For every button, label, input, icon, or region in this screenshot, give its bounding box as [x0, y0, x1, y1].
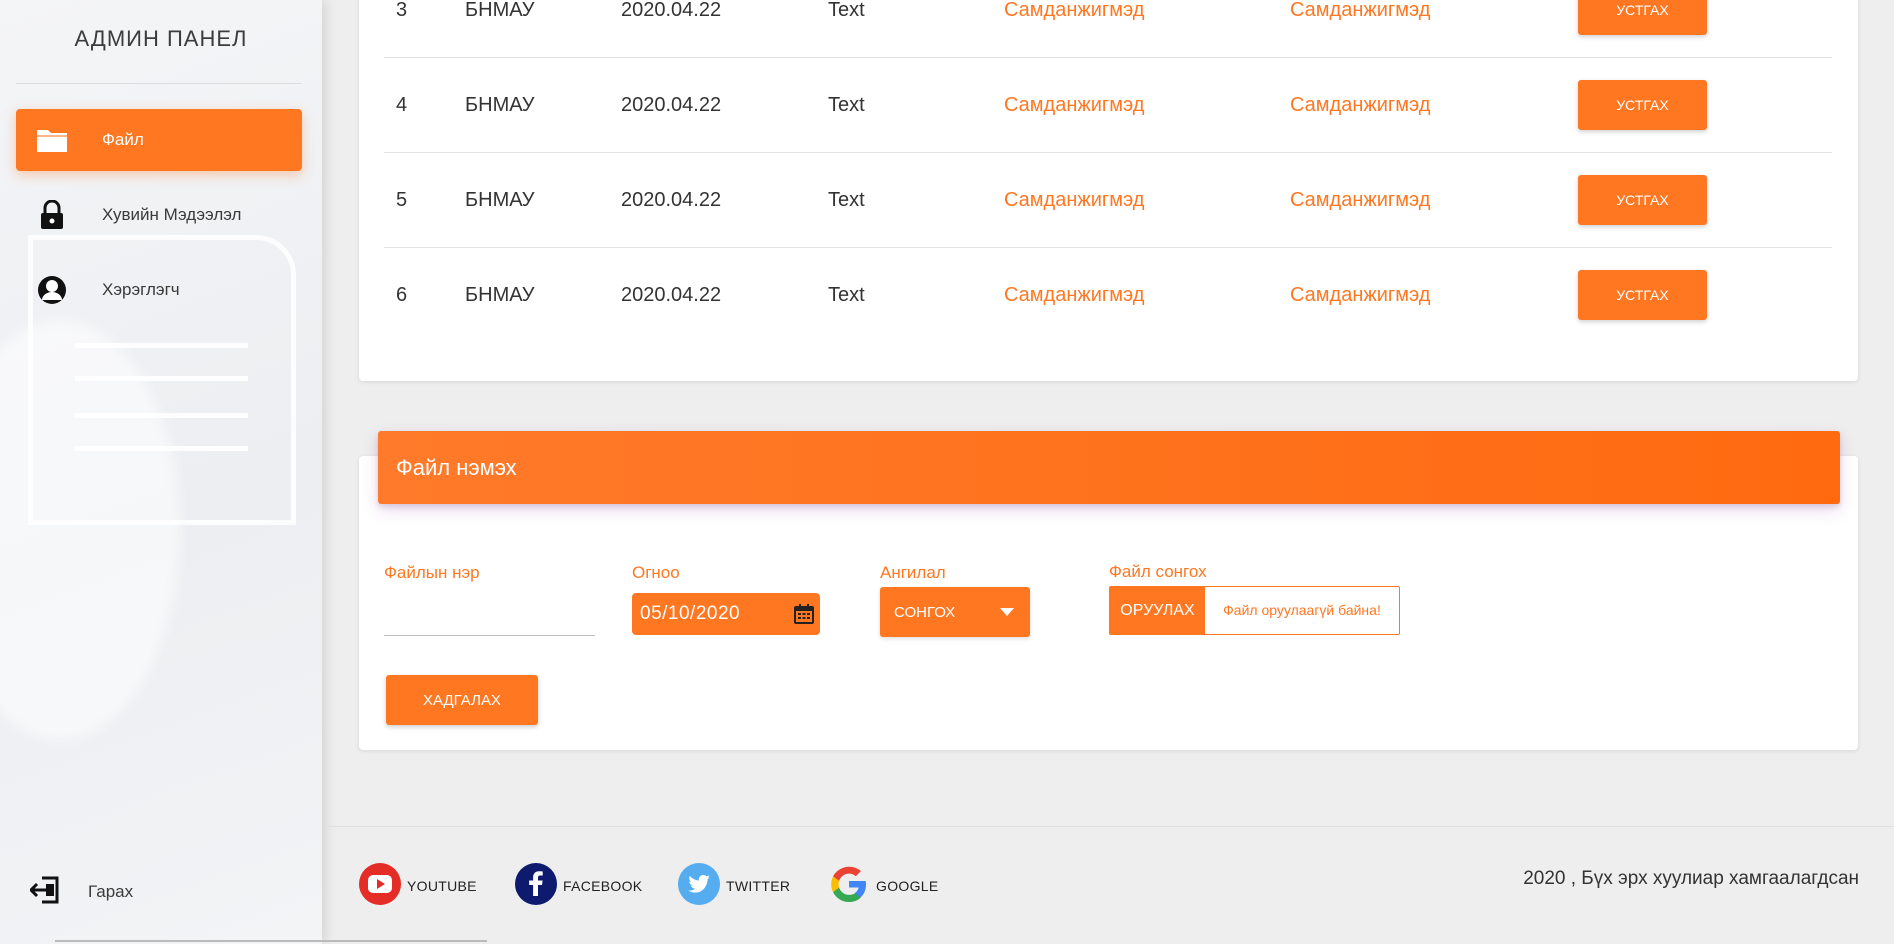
cell-editor: Самданжигмэд [1290, 284, 1431, 306]
delete-button[interactable]: УСТГАХ [1578, 80, 1707, 130]
cell-author: Самданжигмэд [1004, 189, 1145, 211]
chevron-down-icon [1000, 608, 1014, 616]
sidebar-item-personal-info[interactable]: Хувийн Мэдээлэл [16, 184, 302, 246]
category-select-value: СОНГОХ [894, 603, 956, 621]
category-select[interactable]: СОНГОХ [880, 587, 1030, 637]
sidebar-background-line [75, 376, 248, 381]
sidebar-item-users[interactable]: Хэрэглэгч [16, 259, 302, 321]
social-label: YOUTUBE [407, 878, 477, 894]
facebook-icon [515, 862, 557, 910]
add-file-header: Файл нэмэх [378, 431, 1840, 504]
add-file-title: Файл нэмэх [396, 455, 517, 480]
cell-number: 4 [396, 94, 408, 116]
bottom-scroll-indicator [55, 940, 487, 942]
logout-button[interactable]: Гарах [28, 872, 134, 912]
social-link-youtube[interactable]: YOUTUBE [359, 862, 477, 910]
sidebar-item-label: Хэрэглэгч [102, 280, 180, 299]
brand-title: АДМИН ПАНЕЛ [74, 26, 248, 51]
table-row: 6 БНМАУ 2020.04.22 Text Самданжигмэд Сам… [384, 248, 1832, 343]
sidebar-background-line [75, 446, 248, 451]
table-row: 4 БНМАУ 2020.04.22 Text Самданжигмэд Сам… [384, 58, 1832, 153]
cell-author: Самданжигмэд [1004, 0, 1145, 21]
cell-editor: Самданжигмэд [1290, 189, 1431, 211]
calendar-icon[interactable] [794, 604, 814, 629]
sidebar: АДМИН ПАНЕЛ Файл Хувийн Мэдээлэл Хэрэглэ… [0, 0, 322, 944]
table-row: 3 БНМАУ 2020.04.22 Text Самданжигмэд Сам… [384, 0, 1832, 58]
cell-editor: Самданжигмэд [1290, 0, 1431, 21]
cell-date: 2020.04.22 [621, 94, 722, 116]
date-input[interactable]: 05/10/2020 [632, 593, 820, 635]
footer-divider [322, 826, 1894, 827]
date-value: 05/10/2020 [640, 603, 741, 624]
cell-type: Text [828, 94, 865, 116]
delete-button[interactable]: УСТГАХ [1578, 270, 1707, 320]
social-label: GOOGLE [876, 878, 939, 894]
cell-type: Text [828, 284, 865, 306]
cell-type: Text [828, 189, 865, 211]
delete-button[interactable]: УСТГАХ [1578, 175, 1707, 225]
youtube-icon [359, 862, 401, 910]
cell-author: Самданжигмэд [1004, 94, 1145, 116]
social-link-google[interactable]: GOOGLE [828, 865, 938, 907]
social-link-facebook[interactable]: FACEBOOK [515, 862, 643, 910]
delete-button[interactable]: УСТГАХ [1578, 0, 1707, 35]
save-button[interactable]: ХАДГАЛАХ [386, 675, 538, 725]
cell-name: БНМАУ [465, 284, 535, 306]
file-name-label: Файлын нэр [384, 563, 480, 582]
cell-number: 3 [396, 0, 408, 21]
cell-name: БНМАУ [465, 189, 535, 211]
cell-date: 2020.04.22 [621, 284, 722, 306]
cell-number: 6 [396, 284, 408, 306]
file-select-label: Файл сонгох [1109, 562, 1207, 581]
brand-divider [16, 83, 302, 84]
social-label: TWITTER [726, 878, 791, 894]
social-label: FACEBOOK [563, 878, 643, 894]
social-link-twitter[interactable]: TWITTER [678, 862, 791, 910]
lock-icon [34, 197, 70, 233]
sidebar-background-line [75, 413, 248, 418]
sidebar-item-label: Файл [102, 130, 144, 149]
cell-name: БНМАУ [465, 94, 535, 116]
category-label: Ангилал [880, 563, 946, 582]
file-name-input[interactable] [384, 594, 595, 636]
folder-icon [34, 122, 70, 158]
table-row: 5 БНМАУ 2020.04.22 Text Самданжигмэд Сам… [384, 153, 1832, 248]
cell-date: 2020.04.22 [621, 0, 722, 21]
file-upload-control: ОРУУЛАХ Файл оруулаагүй байна! [1109, 586, 1400, 635]
cell-number: 5 [396, 189, 408, 211]
upload-status: Файл оруулаагүй байна! [1223, 602, 1381, 618]
cell-date: 2020.04.22 [621, 189, 722, 211]
cell-name: БНМАУ [465, 0, 535, 21]
google-icon [828, 863, 870, 910]
user-icon [34, 272, 70, 308]
sidebar-item-label: Хувийн Мэдээлэл [102, 205, 242, 224]
date-label: Огноо [632, 563, 680, 582]
cell-editor: Самданжигмэд [1290, 94, 1431, 116]
upload-button[interactable]: ОРУУЛАХ [1110, 587, 1205, 634]
twitter-icon [678, 862, 720, 910]
sidebar-item-file[interactable]: Файл [16, 109, 302, 171]
cell-author: Самданжигмэд [1004, 284, 1145, 306]
logout-icon [28, 875, 60, 910]
logout-label: Гарах [88, 882, 134, 901]
cell-type: Text [828, 0, 865, 21]
sidebar-background-line [75, 343, 248, 348]
copyright-text: 2020 , Бүх эрх хуулиар хамгаалагдсан [1523, 868, 1859, 889]
